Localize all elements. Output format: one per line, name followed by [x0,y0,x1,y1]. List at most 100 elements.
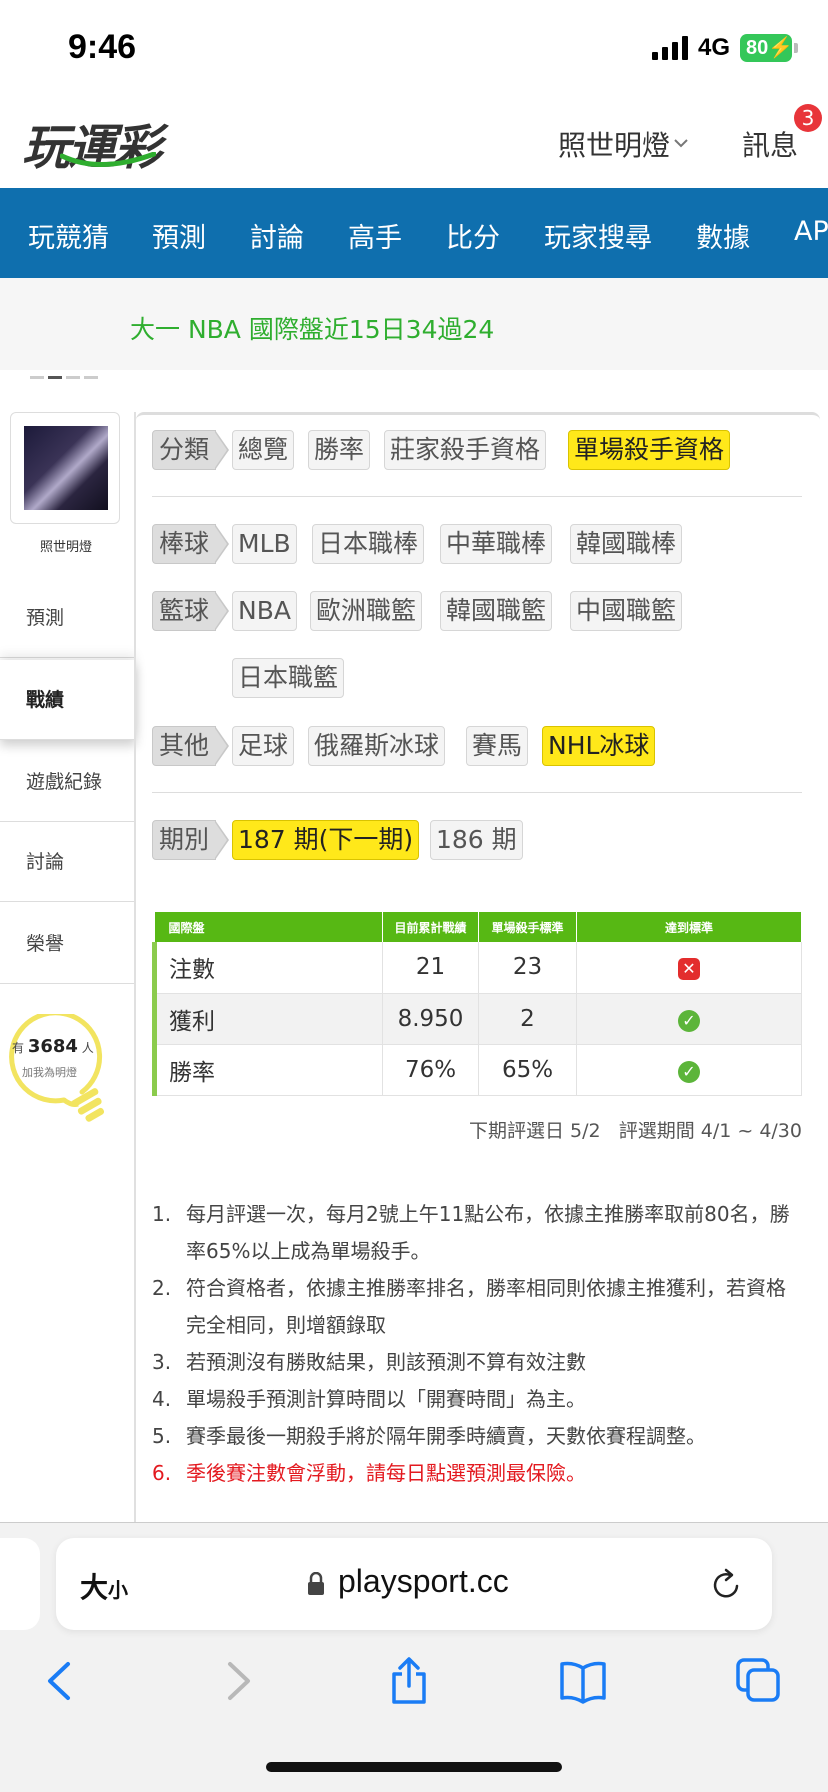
carousel-dot[interactable] [30,376,44,379]
avatar[interactable] [24,426,108,510]
text-size-small: 小 [108,1578,129,1602]
filter-label-category: 分類 [152,430,230,470]
nav-item-discuss[interactable]: 討論 [250,216,304,255]
table-header: 單場殺手標準 [478,912,577,942]
filter-chip-nhl[interactable]: NHL冰球 [542,726,656,766]
row-label: 勝率 [152,1044,383,1096]
tabs-icon[interactable] [734,1656,784,1706]
follower-count: 有 3684 人 [12,1036,94,1057]
rule-number: 4. [152,1387,172,1411]
standard-value: 2 [478,993,577,1045]
battery-level: 80 [746,37,769,59]
filter-chip-banker-killer[interactable]: 莊家殺手資格 [384,430,547,470]
carousel-dot-active[interactable] [48,376,62,379]
divider [152,496,802,497]
forward-icon[interactable] [212,1656,262,1706]
current-value: 21 [382,942,479,994]
nav-item-experts[interactable]: 高手 [348,216,402,255]
url-text[interactable]: playsport.cc [338,1563,509,1600]
standard-value: 65% [478,1044,577,1096]
nav-item-player-search[interactable]: 玩家搜尋 [544,216,652,255]
messages-link[interactable]: 訊息 [742,124,798,164]
filter-chip-cpbl[interactable]: 中華職棒 [440,524,553,564]
nav-item-quiz[interactable]: 玩競猜 [28,216,109,255]
sidebar-item-predict[interactable]: 預測 [0,578,136,658]
filter-chip-winrate[interactable]: 勝率 [308,430,371,470]
rule-text: 若預測沒有勝敗結果，則該預測不算有效注數 [186,1350,586,1374]
filter-chip-bleague[interactable]: 日本職籃 [232,658,345,698]
rule-number: 3. [152,1350,172,1374]
reload-icon[interactable] [710,1566,744,1602]
bookmarks-icon[interactable] [558,1656,608,1706]
follow-label[interactable]: 加我為明燈 [22,1064,77,1080]
carousel-dot[interactable] [84,376,98,379]
filter-chip-mlb[interactable]: MLB [232,524,297,564]
rule-number: 1. [152,1202,172,1226]
chevron-down-icon[interactable] [672,134,690,152]
sidebar-item-game-history[interactable]: 遊戲紀錄 [0,742,136,822]
status-time: 9:46 [68,28,137,66]
filter-chip-cba[interactable]: 中國職籃 [570,591,683,631]
filter-chip-npb[interactable]: 日本職棒 [312,524,425,564]
filter-chip-euroleague[interactable]: 歐洲職籃 [310,591,423,631]
back-icon[interactable] [36,1656,86,1706]
nav-item-data[interactable]: 數據 [696,216,750,255]
filter-label-baseball: 棒球 [152,524,230,564]
table-row: 獲利 8.950 2 ✓ [152,993,802,1045]
status-cell: ✓ [576,1044,802,1096]
filter-chip-soccer[interactable]: 足球 [232,726,295,766]
check-icon: ✓ [678,1009,700,1032]
follower-suffix: 人 [81,1041,94,1055]
carousel-dot[interactable] [66,376,80,379]
table-header: 達到標準 [576,912,802,942]
filter-label-basketball: 籃球 [152,591,230,631]
current-value: 8.950 [382,993,479,1045]
rule-item-highlight: 6. 季後賽注數會浮動，請每日點選預測最保險。 [152,1455,792,1492]
eval-period: 評選期間 4/1 ~ 4/30 [618,1120,802,1142]
marquee-text[interactable]: 大一 NBA 國際盤近15日34過24 [130,310,494,346]
network-label: 4G [698,34,731,61]
period-chip-186[interactable]: 186 期 [430,820,523,860]
user-menu[interactable]: 照世明燈 [558,124,670,164]
filter-chip-nba[interactable]: NBA [232,591,297,631]
next-eval-date: 下期評選日 5/2 [468,1120,601,1142]
main-nav: 玩競猜 預測 討論 高手 比分 玩家搜尋 數據 AP [0,188,828,278]
logo-swoosh-icon [60,152,156,167]
period-chip-187[interactable]: 187 期(下一期) [232,820,420,860]
rule-item: 2. 符合資格者，依據主推勝率排名，勝率相同則依據主推獲利，若資格完全相同，則增額… [152,1270,792,1344]
filter-chip-kbl[interactable]: 韓國職籃 [440,591,553,631]
filter-chip-single-killer[interactable]: 單場殺手資格 [568,430,731,470]
rule-item: 4. 單場殺手預測計算時間以「開賽時間」為主。 [152,1381,792,1418]
row-label: 注數 [152,942,383,994]
filter-chip-kbo[interactable]: 韓國職棒 [570,524,683,564]
filter-label-period: 期別 [152,820,230,860]
filter-chip-khl[interactable]: 俄羅斯冰球 [308,726,446,766]
nav-item-scores[interactable]: 比分 [446,216,500,255]
sidebar-item-record[interactable]: 戰績 [0,660,136,740]
check-icon: ✓ [678,1060,700,1083]
share-icon[interactable] [384,1656,434,1706]
filter-chip-horse-racing[interactable]: 賽馬 [466,726,529,766]
previous-tab-preview[interactable] [0,1538,40,1630]
fail-icon: ✕ [678,958,700,981]
table-header: 國際盤 [154,912,383,942]
standard-value: 23 [478,942,577,994]
follower-number: 3684 [27,1036,78,1057]
evaluation-info: 下期評選日 5/2 評選期間 4/1 ~ 4/30 [152,1116,802,1143]
filter-chip-overview[interactable]: 總覽 [232,430,295,470]
rule-item: 1. 每月評選一次，每月2號上午11點公布，依據主推勝率取前80名，勝率65%以上… [152,1196,792,1270]
table-row: 注數 21 23 ✕ [152,942,802,994]
row-label: 獲利 [152,993,383,1045]
filter-label-other: 其他 [152,726,230,766]
table-row: 勝率 76% 65% ✓ [152,1044,802,1096]
nav-item-app[interactable]: AP [794,216,828,247]
sidebar-item-discuss[interactable]: 討論 [0,822,136,902]
lock-icon [308,1572,324,1595]
current-value: 76% [382,1044,479,1096]
text-size-button[interactable]: 大小 [80,1566,128,1606]
sidebar-item-honors[interactable]: 榮譽 [0,904,136,984]
battery-icon: 80⚡ [740,34,793,62]
home-indicator [266,1762,562,1772]
nav-item-predict[interactable]: 預測 [152,216,206,255]
rule-text: 每月評選一次，每月2號上午11點公布，依據主推勝率取前80名，勝率65%以上成為… [186,1202,790,1263]
